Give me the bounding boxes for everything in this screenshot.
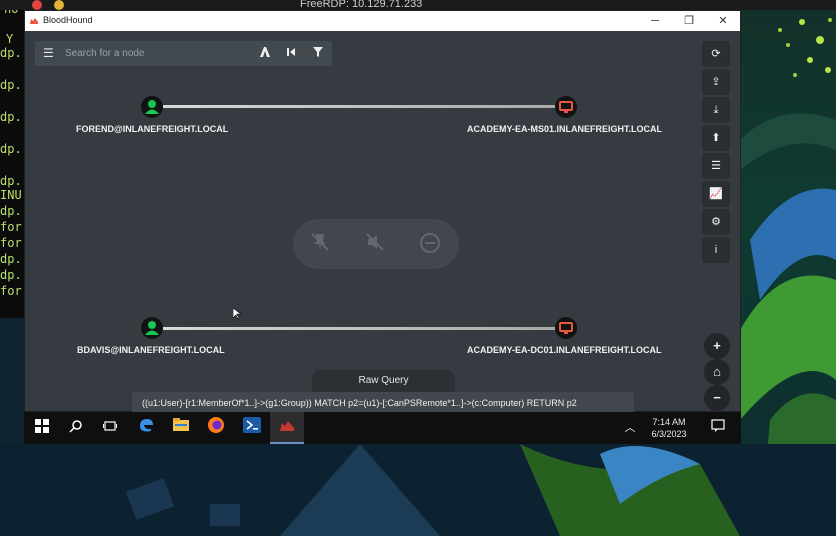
refresh-icon[interactable]: ⟳	[702, 41, 730, 67]
terminal-line: for	[0, 220, 22, 234]
terminal-line: dp.	[0, 174, 22, 188]
host-close-button[interactable]	[32, 0, 42, 10]
back-icon[interactable]	[284, 46, 298, 60]
host-titlebar: FreeRDP: 10.129.71.233	[0, 0, 836, 10]
pin-off-icon[interactable]	[308, 232, 332, 256]
windows-start-icon[interactable]	[30, 416, 54, 440]
terminal-line: for	[0, 284, 22, 298]
terminal-line: dp.	[0, 142, 22, 156]
computer-node-label: ACADEMY-EA-DC01.INLANEFREIGHT.LOCAL	[467, 345, 662, 355]
bloodhound-window: BloodHound ─ ❐ ✕ ☰ Search for a node FOR…	[24, 10, 741, 414]
bloodhound-icon[interactable]	[275, 416, 299, 440]
pathfinding-icon[interactable]	[258, 46, 272, 60]
edge-icon[interactable]	[134, 416, 158, 440]
windows-taskbar: ︿ 7:14 AM 6/3/2023	[24, 412, 741, 444]
powershell-icon[interactable]	[240, 416, 264, 440]
terminal-line: dp.	[0, 252, 22, 266]
filter-icon[interactable]	[311, 46, 325, 60]
notification-icon[interactable]	[706, 416, 730, 440]
clock-time: 7:14 AM	[652, 417, 686, 427]
terminal-line: INU	[0, 188, 22, 202]
upload-circle-icon[interactable]: ⬆	[702, 125, 730, 151]
terminal-line: dp.	[0, 110, 22, 124]
bloodhound-logo-icon	[30, 18, 38, 24]
system-clock[interactable]: 7:14 AM 6/3/2023	[644, 416, 694, 440]
search-icon[interactable]	[64, 416, 88, 440]
window-title: BloodHound	[43, 15, 93, 25]
firefox-icon[interactable]	[204, 416, 228, 440]
mouse-cursor-icon	[233, 308, 241, 320]
chevron-up-icon[interactable]: ︿	[618, 416, 642, 440]
computer-node-label: ACADEMY-EA-MS01.INLANEFREIGHT.LOCAL	[467, 124, 663, 134]
rdp-window-title: FreeRDP: 10.129.71.233	[300, 0, 423, 10]
computer-node-ms01[interactable]	[555, 96, 577, 118]
computer-node-dc01[interactable]	[555, 317, 577, 339]
user-node-bdavis[interactable]	[141, 317, 163, 339]
user-node-label: FOREND@INLANEFREIGHT.LOCAL	[76, 124, 229, 134]
terminal-line: for	[0, 236, 22, 250]
terminal-line: Y	[6, 32, 14, 46]
task-view-icon[interactable]	[98, 416, 122, 440]
terminal-line: dp.	[0, 268, 22, 282]
chart-icon[interactable]: 📈	[702, 181, 730, 207]
host-terminal: hoYdp.dp.dp.dp.dp.INUdp.forfordp.dp.for	[0, 0, 26, 320]
close-button[interactable]: ✕	[706, 13, 740, 29]
terminal-line: dp.	[0, 204, 22, 218]
mute-icon[interactable]	[363, 232, 387, 256]
search-bar: ☰	[35, 41, 332, 66]
download-icon[interactable]: ⤓	[702, 97, 730, 123]
home-button[interactable]: ⌂	[704, 359, 730, 385]
terminal-line: dp.	[0, 78, 22, 92]
user-node-forend[interactable]	[141, 96, 163, 118]
file-explorer-icon[interactable]	[169, 416, 193, 440]
search-input[interactable]	[65, 45, 245, 62]
edge-can-ps-remote-2[interactable]	[163, 327, 567, 330]
edge-can-ps-remote-1[interactable]	[163, 105, 567, 108]
graph-overlay-toolbar	[293, 219, 459, 269]
zoom-out-button[interactable]: −	[704, 385, 730, 411]
user-node-label: BDAVIS@INLANEFREIGHT.LOCAL	[77, 345, 225, 355]
zoom-in-button[interactable]: +	[704, 333, 730, 359]
window-titlebar: BloodHound ─ ❐ ✕	[25, 11, 740, 31]
raw-query-toggle[interactable]: Raw Query	[312, 370, 455, 392]
screen: hoYdp.dp.dp.dp.dp.INUdp.forfordp.dp.for …	[0, 0, 836, 536]
hamburger-icon[interactable]: ☰	[43, 47, 55, 59]
minimize-button[interactable]: ─	[638, 13, 672, 29]
minus-circle-icon[interactable]	[418, 232, 442, 256]
clock-date: 6/3/2023	[651, 429, 687, 439]
list-icon[interactable]: ☰	[702, 153, 730, 179]
host-minimize-button[interactable]	[54, 0, 64, 10]
raw-query-input[interactable]: ((u1:User)-[r1:MemberOf*1..]->(g1:Group)…	[132, 392, 634, 414]
terminal-line: dp.	[0, 46, 22, 60]
graph-canvas[interactable]: ☰ FOREND@INLANEFREIGHT.LOCAL	[25, 31, 740, 414]
info-icon[interactable]: i	[702, 237, 730, 263]
wallpaper-bottom-art	[0, 444, 836, 536]
upload-icon[interactable]: ⇪	[702, 69, 730, 95]
maximize-button[interactable]: ❐	[672, 13, 706, 29]
settings-icon[interactable]: ⚙	[702, 209, 730, 235]
